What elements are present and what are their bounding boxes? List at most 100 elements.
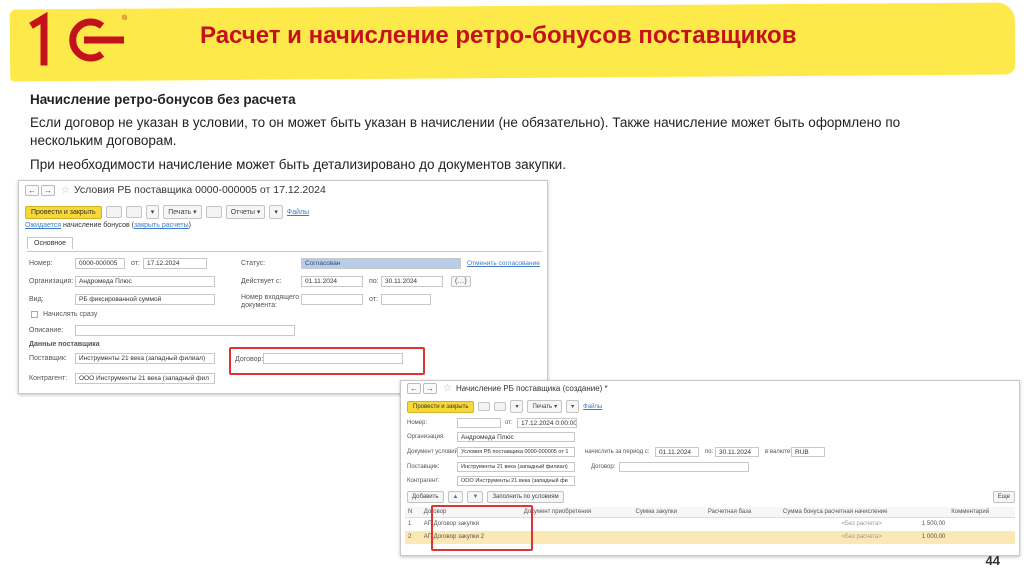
supplier-section-title: Данные поставщика	[29, 341, 100, 348]
number-field[interactable]: 0000-000005	[75, 258, 125, 269]
kind-field[interactable]: РБ фиксированной суммой	[75, 294, 215, 305]
currency-field[interactable]: RUB	[791, 447, 825, 457]
period-from-field[interactable]: 01.11.2024	[655, 447, 699, 457]
cond-doc-label: Документ условий:	[407, 449, 460, 455]
description-field[interactable]	[75, 325, 295, 336]
col-purchase-doc[interactable]: Документ приобретения	[520, 507, 633, 518]
counterparty-field[interactable]: ООО Инструменты 21 века (западный фил	[75, 373, 215, 384]
supplier-field[interactable]: Инструменты 21 века (западный филиал)	[457, 462, 575, 472]
org-field[interactable]: Андромеда Плюс	[75, 276, 215, 287]
row-n: 2	[405, 530, 421, 544]
acts-from-field[interactable]: 01.11.2024	[301, 276, 363, 287]
files-link[interactable]: Файлы	[583, 404, 602, 410]
back-arrow-icon[interactable]: ←	[407, 382, 421, 394]
status-text: начисление бонусов (	[63, 222, 134, 229]
print-button[interactable]: Печать ▾	[163, 205, 202, 219]
col-purchase-sum[interactable]: Сумма закупки	[632, 507, 705, 518]
files-link[interactable]: Файлы	[287, 209, 309, 216]
add-button[interactable]: Добавить	[407, 491, 444, 503]
structure-icon[interactable]	[125, 206, 142, 218]
accrue-immediately-checkbox[interactable]	[31, 311, 38, 318]
status-field[interactable]: Согласован	[301, 258, 461, 269]
accrual-toolbar: Провести и закрыть ▾ Печать ▾ ▾ Файлы	[407, 400, 602, 413]
move-down-icon[interactable]: ▼	[467, 491, 484, 503]
row-n: 1	[408, 521, 412, 528]
expected-link[interactable]: Ожидается	[25, 222, 61, 229]
supplier-field[interactable]: Инструменты 21 века (западный филиал)	[75, 353, 215, 364]
incoming-number-field[interactable]	[301, 294, 363, 305]
counterparty-field[interactable]: ООО Инструменты 21 века (западный фи	[457, 476, 575, 486]
row-base-hint: <Без расчета>	[841, 534, 882, 540]
conditions-titlebar: ← → ☆ Условия РБ поставщика 0000-000005 …	[19, 181, 547, 199]
more-button[interactable]: Еще	[992, 491, 1015, 503]
period-to-field[interactable]: 30.11.2024	[715, 447, 759, 457]
kind-label: Вид:	[29, 296, 44, 303]
attach-button[interactable]: ▾	[269, 205, 283, 219]
favorite-star-icon[interactable]: ☆	[61, 185, 70, 196]
acts-to-field[interactable]: 30.11.2024	[381, 276, 443, 287]
reports-button[interactable]: Отчеты ▾	[225, 205, 266, 219]
contract-label: Договор:	[591, 464, 616, 470]
cond-doc-field[interactable]: Условия РБ поставщика 0000-000005 от 1	[457, 447, 575, 457]
1c-logo-icon: ®	[29, 11, 128, 66]
col-comment[interactable]: Комментарий	[948, 507, 1015, 518]
forward-arrow-icon[interactable]: →	[423, 382, 437, 394]
favorite-star-icon[interactable]: ☆	[443, 383, 452, 394]
save-icon[interactable]	[105, 206, 122, 218]
svg-text:®: ®	[122, 14, 128, 22]
incoming-date-field[interactable]	[381, 294, 431, 305]
reports-label: Отчеты	[230, 208, 255, 216]
post-and-close-button[interactable]: Провести и закрыть	[25, 205, 102, 219]
status-message: Ожидается начисление бонусов (закрыть ра…	[25, 222, 191, 229]
back-arrow-icon[interactable]: ←	[25, 184, 39, 196]
tab-divider	[27, 251, 542, 252]
tab-main[interactable]: Основное	[27, 237, 74, 249]
table-toolbar: Добавить ▲ ▼ Заполнить по условиям	[407, 491, 564, 503]
save-icon[interactable]	[478, 402, 491, 411]
conditions-window-title: Условия РБ поставщика 0000-000005 от 17.…	[73, 184, 326, 196]
attach-button[interactable]: ▾	[566, 400, 580, 413]
date-field[interactable]: 17.12.2024 0:00:00	[517, 418, 577, 428]
org-label: Организация:	[29, 278, 74, 285]
incoming-from-label: от:	[369, 296, 378, 303]
period-to-label: по:	[705, 449, 714, 455]
accrue-immediately-label: Начислять сразу	[43, 311, 98, 318]
paragraph-2: При необходимости начисление может быть …	[30, 157, 566, 172]
slide-title: Расчет и начисление ретро-бонусов постав…	[200, 22, 797, 49]
number-label: Номер:	[407, 420, 428, 426]
period-label: начислить за период с:	[585, 449, 650, 455]
conditions-window: ← → ☆ Условия РБ поставщика 0000-000005 …	[18, 180, 548, 394]
forward-arrow-icon[interactable]: →	[41, 184, 55, 196]
date-field[interactable]: 17.12.2024	[143, 258, 207, 269]
print-button[interactable]: Печать ▾	[527, 400, 563, 413]
supplier-label: Поставщик:	[29, 355, 67, 362]
move-up-icon[interactable]: ▲	[447, 491, 464, 503]
row-amount: 1 000,00	[921, 534, 946, 540]
related-docs-button[interactable]: ▾	[145, 205, 160, 219]
close-calc-link[interactable]: закрыть расчеты	[134, 222, 189, 229]
description-label: Описание:	[29, 327, 64, 334]
contract-field[interactable]	[619, 462, 749, 472]
status-text-end: )	[188, 222, 191, 229]
number-field[interactable]	[457, 418, 501, 428]
supplier-label: Поставщик:	[407, 464, 440, 470]
cancel-approval-link[interactable]: Отменить согласование	[467, 260, 540, 267]
fill-by-conditions-button[interactable]: Заполнить по условиям	[487, 491, 564, 503]
post-and-close-button[interactable]: Провести и закрыть	[407, 400, 475, 413]
report-icon[interactable]	[205, 206, 222, 218]
related-docs-button[interactable]: ▾	[510, 400, 524, 413]
col-bonus-sum[interactable]: Сумма бонуса расчетная начисление	[779, 507, 949, 518]
counterparty-label: Контрагент:	[29, 375, 68, 382]
col-n[interactable]: N	[405, 507, 421, 518]
structure-icon[interactable]	[494, 402, 507, 411]
incoming-label: Номер входящего документа:	[241, 294, 300, 309]
from-label: от:	[505, 420, 513, 426]
page-number: 44	[985, 553, 1000, 568]
org-field[interactable]: Андромеда Плюс	[457, 432, 575, 442]
number-label: Номер:	[29, 260, 53, 267]
status-label: Статус:	[241, 260, 266, 267]
period-button[interactable]: (…)	[451, 276, 471, 287]
row-bonus: <Без расчета> 1 000,00	[779, 530, 949, 544]
org-label: Организация:	[407, 434, 445, 440]
col-base[interactable]: Расчетная база	[704, 507, 780, 518]
